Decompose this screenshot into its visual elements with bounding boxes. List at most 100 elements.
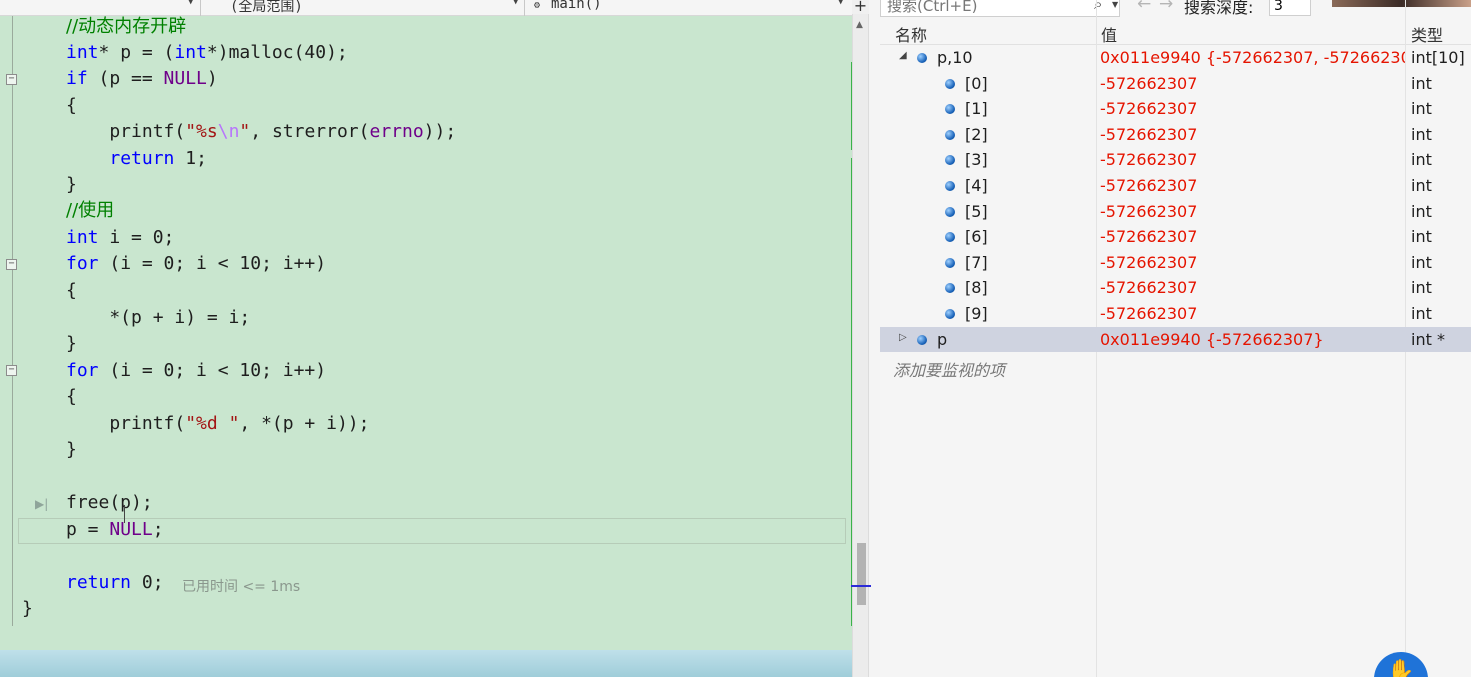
watch-name: [2] xyxy=(965,124,988,144)
watch-type: int xyxy=(1411,278,1432,298)
function-icon: ⚙ xyxy=(534,0,541,11)
scrollbar-thumb[interactable] xyxy=(857,543,866,605)
watch-row[interactable]: [7] -572662307 int xyxy=(880,250,1471,276)
code-token: i = 0; xyxy=(98,227,175,248)
watch-name: p,10 xyxy=(937,48,973,67)
code-token: for xyxy=(66,360,99,381)
code-editor[interactable]: ▼ (全局范围) ▼ ⚙ main() ▼ − − − ▶| //动态内存开辟 i… xyxy=(0,0,852,677)
search-depth-input[interactable]: 3 xyxy=(1269,0,1311,16)
watch-row[interactable]: [3] -572662307 int xyxy=(880,147,1471,173)
variable-icon xyxy=(945,78,955,89)
code-token: )); xyxy=(423,121,457,142)
watch-row[interactable]: [9] -572662307 int xyxy=(880,301,1471,327)
code-line[interactable]: return 0; xyxy=(66,570,164,596)
code-line[interactable]: printf("%d ", *(p + i)); xyxy=(66,411,369,437)
code-line[interactable]: } xyxy=(22,596,33,622)
column-header-type[interactable]: 类型 xyxy=(1411,22,1443,46)
code-token: errno xyxy=(369,121,424,142)
watch-type: int xyxy=(1411,176,1432,195)
code-token: ) xyxy=(206,68,218,89)
collapse-if-icon[interactable]: − xyxy=(6,74,17,85)
watch-type: int xyxy=(1411,150,1432,170)
code-line[interactable]: for (i = 0; i < 10; i++) xyxy=(66,358,326,384)
scope-dropdown[interactable]: (全局范围) xyxy=(230,0,303,16)
watch-value: -572662307 xyxy=(1100,99,1198,119)
code-line[interactable]: { xyxy=(66,93,77,119)
run-to-click-icon[interactable]: ▶| xyxy=(35,497,48,511)
code-line[interactable]: } xyxy=(66,331,77,357)
project-dropdown-arrow-icon[interactable]: ▼ xyxy=(188,0,193,7)
watch-toolbar: 搜索(Ctrl+E) ⌕ ▼ ← → 搜索深度: 3 xyxy=(880,0,1471,18)
caret-position-marker xyxy=(851,585,871,587)
watch-search-input[interactable]: 搜索(Ctrl+E) xyxy=(880,0,1120,17)
code-line[interactable]: } xyxy=(66,437,77,463)
watch-row[interactable]: [5] -572662307 int xyxy=(880,199,1471,225)
collapse-arrow-icon[interactable]: ◢ xyxy=(899,50,907,61)
watch-type: int xyxy=(1411,304,1432,323)
code-line[interactable]: int* p = (int*)malloc(40); xyxy=(66,40,348,66)
function-dropdown-arrow-icon[interactable]: ▼ xyxy=(838,0,843,7)
function-dropdown[interactable]: main() xyxy=(551,0,602,16)
collapse-for-icon[interactable]: − xyxy=(6,365,17,376)
watch-name: [7] xyxy=(965,252,988,272)
vertical-scrollbar[interactable]: ▲ xyxy=(851,0,871,677)
code-token: } xyxy=(66,439,77,460)
code-token: printf( xyxy=(66,121,186,142)
code-token: * p = ( xyxy=(98,42,175,63)
column-header-name[interactable]: 名称 xyxy=(895,22,927,46)
code-token: { xyxy=(66,386,77,407)
webcam-overlay xyxy=(1332,0,1471,7)
watch-type: int xyxy=(1411,73,1432,93)
expand-arrow-icon[interactable]: ▷ xyxy=(899,332,907,343)
watch-row[interactable]: [6] -572662307 int xyxy=(880,224,1471,250)
code-line[interactable]: } xyxy=(66,172,77,198)
code-line[interactable]: //使用 xyxy=(66,198,114,224)
code-line[interactable]: if (p == NULL) xyxy=(66,66,218,92)
code-token: (i = 0; i < 10; i++) xyxy=(98,253,327,274)
watch-type: int xyxy=(1411,227,1432,247)
split-window-button[interactable]: + xyxy=(852,0,869,14)
code-line[interactable]: int i = 0; xyxy=(66,225,174,251)
code-line[interactable]: *(p + i) = i; xyxy=(66,305,250,331)
code-line[interactable]: { xyxy=(66,278,77,304)
watch-row[interactable]: [0] -572662307 int xyxy=(880,71,1471,97)
code-line[interactable]: { xyxy=(66,384,77,410)
watch-type: int[10] xyxy=(1411,48,1465,67)
code-token: printf( xyxy=(66,413,186,434)
add-watch-item[interactable]: 添加要监视的项 xyxy=(893,357,1005,381)
text-cursor xyxy=(124,505,125,523)
code-line[interactable]: return 1; xyxy=(66,146,207,172)
watch-row[interactable]: ◢ p,10 0x011e9940 {-572662307, -572662307.… xyxy=(880,45,1471,71)
code-line[interactable]: free(p); xyxy=(66,490,153,516)
code-line[interactable]: for (i = 0; i < 10; i++) xyxy=(66,251,326,277)
code-token: "%s xyxy=(185,121,218,142)
column-header-value[interactable]: 值 xyxy=(1101,22,1117,46)
code-token: ; xyxy=(152,519,164,540)
search-options-arrow-icon[interactable]: ▼ xyxy=(1112,0,1118,9)
watch-row[interactable]: ▷ p 0x011e9940 {-572662307} int * xyxy=(880,326,1471,353)
code-line[interactable]: printf("%s\n", strerror(errno)); xyxy=(66,119,456,145)
collapse-for-icon[interactable]: − xyxy=(6,259,17,270)
code-token: } xyxy=(22,598,33,619)
watch-row[interactable]: [2] -572662307 int xyxy=(880,122,1471,148)
watch-name: [9] xyxy=(965,304,988,323)
watch-row[interactable]: [4] -572662307 int xyxy=(880,173,1471,199)
watch-value: -572662307 xyxy=(1100,304,1198,323)
code-line[interactable]: //动态内存开辟 xyxy=(66,14,186,40)
watch-value: 0x011e9940 {-572662307} xyxy=(1100,329,1324,349)
watch-value: 0x011e9940 {-572662307, -572662307... xyxy=(1100,48,1405,67)
code-line[interactable]: p = NULL; xyxy=(66,517,164,543)
watch-row[interactable]: [1] -572662307 int xyxy=(880,96,1471,122)
scroll-up-icon[interactable]: ▲ xyxy=(856,20,863,30)
watch-window: 搜索(Ctrl+E) ⌕ ▼ ← → 搜索深度: 3 名称 值 类型 ◢ p,10… xyxy=(880,0,1471,677)
watch-type: int xyxy=(1411,252,1432,272)
variable-icon xyxy=(917,334,927,345)
watch-name: p xyxy=(937,329,948,349)
forward-arrow-icon[interactable]: → xyxy=(1159,0,1173,14)
watch-type: int xyxy=(1411,201,1432,221)
scope-dropdown-arrow-icon[interactable]: ▼ xyxy=(513,0,518,7)
code-token: int xyxy=(66,227,99,248)
back-arrow-icon[interactable]: ← xyxy=(1137,0,1151,14)
watch-row[interactable]: [8] -572662307 int xyxy=(880,275,1471,301)
